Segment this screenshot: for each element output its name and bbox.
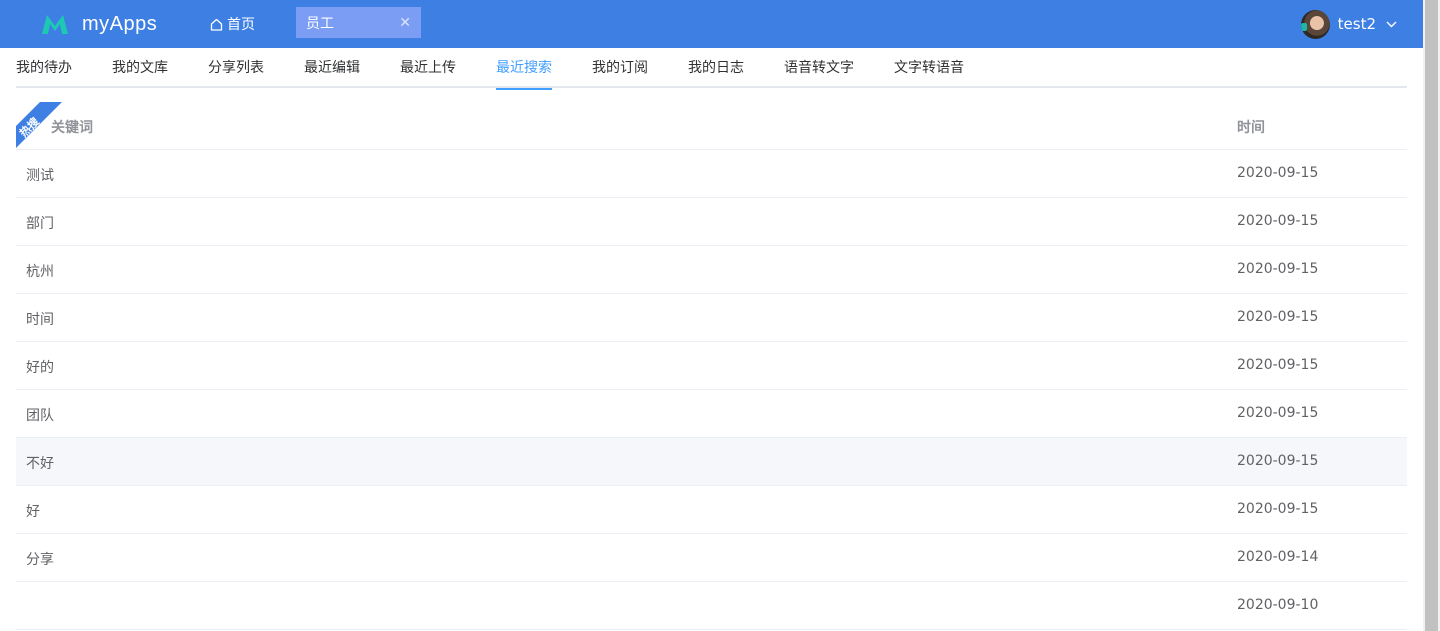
keyword-cell: 时间 <box>26 312 54 328</box>
recent-search-table: 热搜 关键词 时间 测试 2020-09-15 部门 2020-09-15 杭州… <box>16 102 1407 630</box>
keyword-cell: 部门 <box>26 216 54 232</box>
tab-my-library[interactable]: 我的文库 <box>112 48 168 88</box>
time-cell: 2020-09-14 <box>1237 549 1319 565</box>
keyword-cell: 团队 <box>26 408 54 424</box>
keyword-cell: 杭州 <box>26 264 54 280</box>
table-row[interactable]: 分享 2020-09-14 <box>16 534 1407 582</box>
time-cell: 2020-09-15 <box>1237 357 1319 373</box>
table-row[interactable]: 部门 2020-09-15 <box>16 198 1407 246</box>
close-icon[interactable]: ✕ <box>399 16 411 30</box>
table-row[interactable]: 2020-09-10 <box>16 582 1407 630</box>
logo-m-icon <box>42 15 68 34</box>
tab-my-subscriptions[interactable]: 我的订阅 <box>592 48 648 88</box>
table-row[interactable]: 不好 2020-09-15 <box>16 438 1407 486</box>
logo-text: myApps <box>82 12 158 35</box>
scrollbar-thumb[interactable] <box>1425 0 1438 631</box>
avatar[interactable] <box>1300 9 1330 39</box>
section-tabs: 我的待办 我的文库 分享列表 最近编辑 最近上传 最近搜索 我的订阅 我的日志 … <box>16 48 1407 90</box>
table-row[interactable]: 好 2020-09-15 <box>16 486 1407 534</box>
keyword-cell: 好的 <box>26 360 54 376</box>
tab-recent-upload[interactable]: 最近上传 <box>400 48 456 88</box>
time-cell: 2020-09-15 <box>1237 165 1319 181</box>
top-header: myApps 首页 员工 ✕ test2 <box>0 0 1423 48</box>
table-row[interactable]: 测试 2020-09-15 <box>16 150 1407 198</box>
keyword-cell: 测试 <box>26 168 54 184</box>
time-cell: 2020-09-15 <box>1237 213 1319 229</box>
tab-share-list[interactable]: 分享列表 <box>208 48 264 88</box>
home-tab[interactable]: 首页 <box>210 12 255 36</box>
keyword-cell: 不好 <box>26 456 54 472</box>
table-row[interactable]: 好的 2020-09-15 <box>16 342 1407 390</box>
column-keyword[interactable]: 关键词 <box>51 117 93 137</box>
column-time[interactable]: 时间 <box>1237 117 1265 137</box>
table-row[interactable]: 时间 2020-09-15 <box>16 294 1407 342</box>
time-cell: 2020-09-15 <box>1237 261 1319 277</box>
table-row[interactable]: 杭州 2020-09-15 <box>16 246 1407 294</box>
tab-speech-to-text[interactable]: 语音转文字 <box>784 48 854 88</box>
tab-my-log[interactable]: 我的日志 <box>688 48 744 88</box>
tab-recent-edit[interactable]: 最近编辑 <box>304 48 360 88</box>
keyword-cell: 分享 <box>26 552 54 568</box>
table-row[interactable]: 团队 2020-09-15 <box>16 390 1407 438</box>
page-scrollbar[interactable] <box>1423 0 1440 631</box>
home-icon <box>210 18 223 31</box>
table-header: 热搜 关键词 时间 <box>16 102 1407 150</box>
app-logo[interactable]: myApps <box>40 8 157 40</box>
time-cell: 2020-09-15 <box>1237 309 1319 325</box>
time-cell: 2020-09-10 <box>1237 597 1319 613</box>
time-cell: 2020-09-15 <box>1237 453 1319 469</box>
tab-recent-search[interactable]: 最近搜索 <box>496 48 552 90</box>
tab-text-to-speech[interactable]: 文字转语音 <box>894 48 964 88</box>
user-name: test2 <box>1337 15 1376 33</box>
home-tab-label: 首页 <box>227 17 255 33</box>
time-cell: 2020-09-15 <box>1237 405 1319 421</box>
tab-employee[interactable]: 员工 ✕ <box>296 7 421 38</box>
tab-employee-label: 员工 <box>306 15 334 32</box>
chevron-down-icon[interactable] <box>1386 21 1397 28</box>
keyword-cell: 好 <box>26 504 40 520</box>
tab-my-todo[interactable]: 我的待办 <box>16 48 72 88</box>
time-cell: 2020-09-15 <box>1237 501 1319 517</box>
user-menu[interactable]: test2 <box>1300 9 1397 39</box>
